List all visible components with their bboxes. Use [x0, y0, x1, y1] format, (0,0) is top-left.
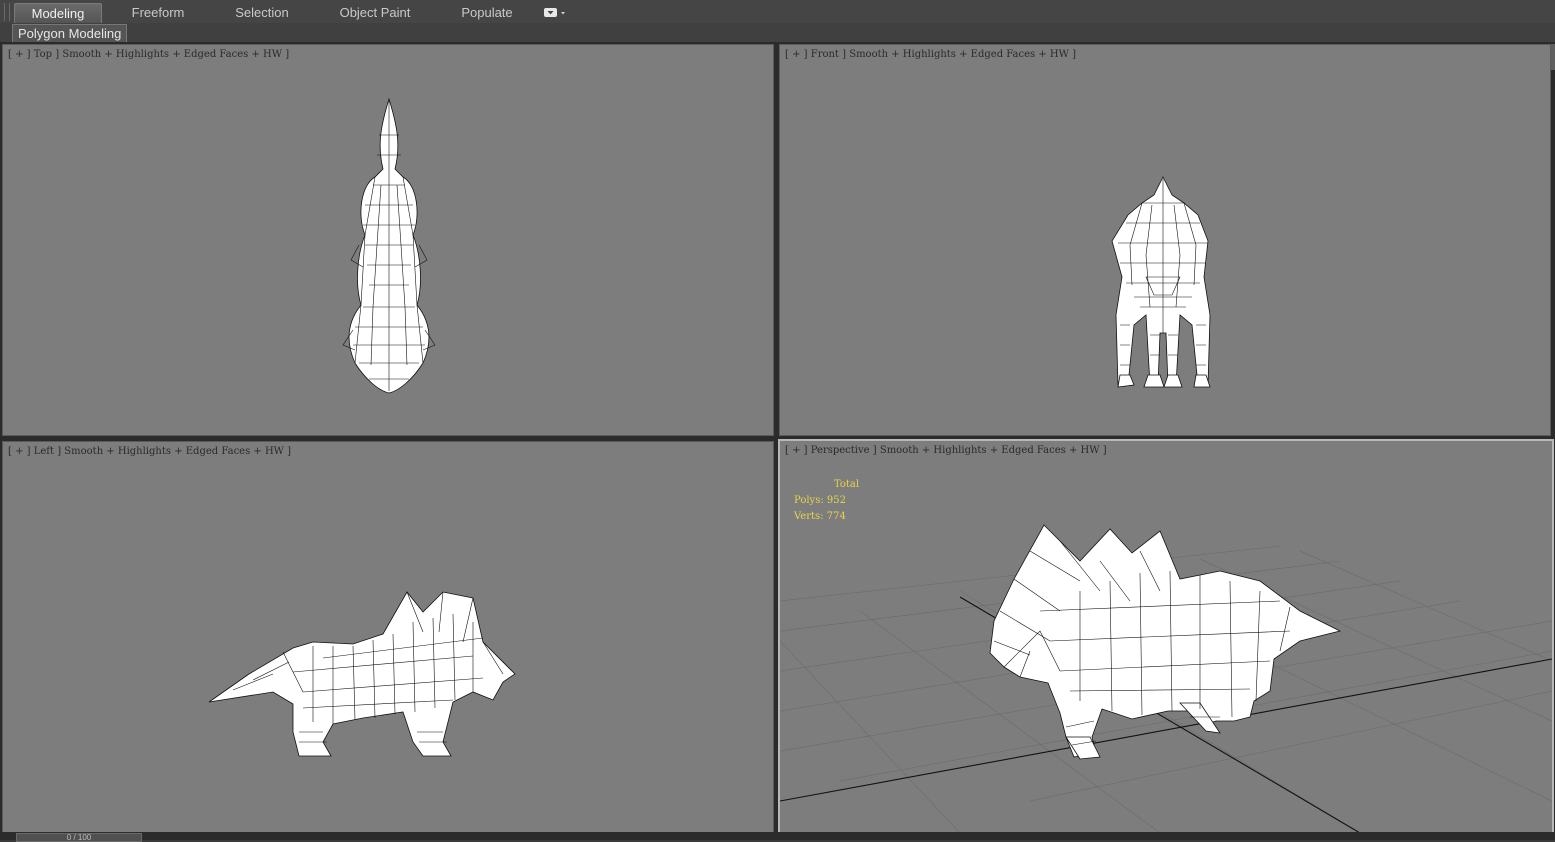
ribbon-options-icon[interactable]: [543, 7, 567, 19]
viewport-scrollbar[interactable]: [1551, 44, 1555, 70]
wolf-model-front[interactable]: [780, 45, 1550, 435]
viewport-perspective[interactable]: [ + ] Perspective ] Smooth + Highlights …: [778, 439, 1554, 835]
polygon-modeling-panel[interactable]: Polygon Modeling: [12, 24, 128, 43]
viewport-top[interactable]: [ + ] Top ] Smooth + Highlights + Edged …: [2, 44, 774, 436]
timeline-bar: [0, 832, 1555, 840]
tab-populate[interactable]: Populate: [450, 3, 524, 22]
viewport-front[interactable]: [ + ] Front ] Smooth + Highlights + Edge…: [779, 44, 1551, 436]
tab-modeling[interactable]: Modeling: [14, 3, 102, 23]
perspective-scene[interactable]: [780, 441, 1552, 833]
ribbon-panel-bar: Polygon Modeling: [0, 23, 1555, 43]
ribbon-bar: Modeling Freeform Selection Object Paint…: [0, 0, 1555, 24]
viewport-left[interactable]: [ + ] Left ] Smooth + Highlights + Edged…: [2, 441, 774, 833]
wolf-model-left[interactable]: [3, 442, 773, 832]
ribbon-grip[interactable]: [4, 3, 10, 21]
tab-object-paint[interactable]: Object Paint: [330, 3, 420, 22]
time-slider[interactable]: 0 / 100: [16, 833, 142, 842]
tab-freeform[interactable]: Freeform: [118, 3, 198, 22]
tab-selection[interactable]: Selection: [222, 3, 302, 22]
wolf-model-top[interactable]: [3, 45, 773, 435]
